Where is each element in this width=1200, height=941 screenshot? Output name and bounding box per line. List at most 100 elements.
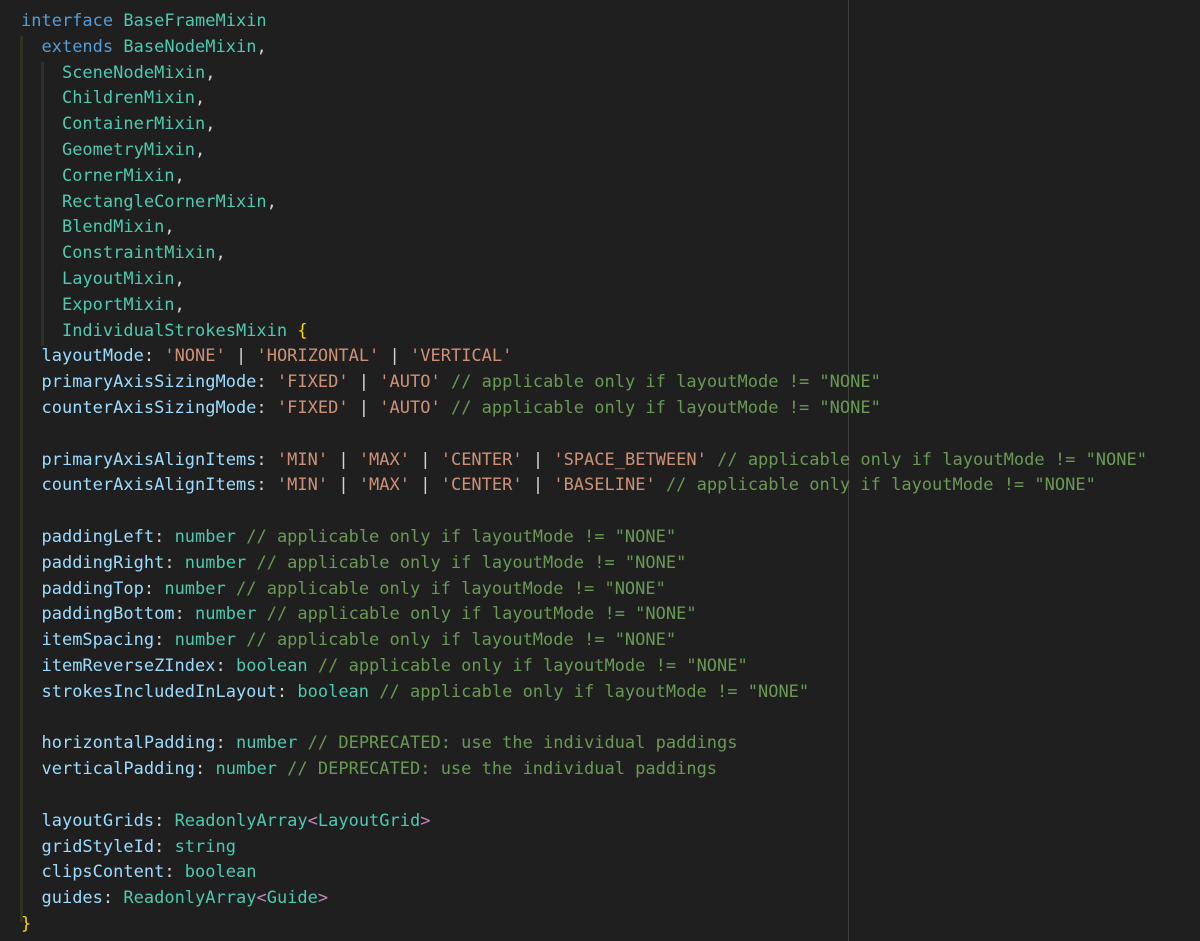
code-line: counterAxisAlignItems: 'MIN' | 'MAX' | '… <box>21 473 1147 499</box>
code-token-punc: : <box>195 759 216 780</box>
code-token-str: 'SPACE_BETWEEN' <box>553 449 707 470</box>
code-token-punc <box>369 682 379 702</box>
code-token-punc: : <box>256 397 277 418</box>
code-token-punc: : <box>174 604 196 625</box>
code-token-punc <box>21 888 41 908</box>
code-token-punc: | <box>379 346 411 367</box>
code-token-punc <box>21 579 41 599</box>
code-token-punc <box>21 140 62 160</box>
code-token-kw: interface <box>21 11 114 31</box>
code-token-punc <box>21 269 62 289</box>
code-line: clipsContent: boolean <box>21 860 1147 886</box>
code-token-punc <box>226 579 236 599</box>
code-token-type: LayoutGrid <box>317 810 421 831</box>
code-token-punc <box>21 243 62 263</box>
code-token-punc: : <box>154 526 175 547</box>
code-line: interface BaseFrameMixin <box>21 9 1147 35</box>
code-token-punc <box>21 759 41 779</box>
code-token-punc <box>21 398 41 418</box>
code-token-type: BlendMixin <box>61 217 165 238</box>
code-token-str: 'VERTICAL' <box>410 346 513 367</box>
code-token-com: // applicable only if layoutMode != "NON… <box>450 397 881 418</box>
code-token-prop: paddingLeft <box>41 526 155 547</box>
code-token-punc <box>21 553 41 573</box>
code-line: itemReverseZIndex: boolean // applicable… <box>21 654 1147 680</box>
code-token-punc <box>21 837 41 857</box>
code-token-com: // applicable only if layoutMode != "NON… <box>246 526 677 547</box>
code-token-prop: verticalPadding <box>41 759 196 780</box>
code-token-punc <box>21 192 62 212</box>
code-token-prop: itemReverseZIndex <box>41 655 216 676</box>
code-line: ExportMixin, <box>21 293 1147 319</box>
code-token-punc <box>256 604 266 624</box>
code-token-str: 'NONE' <box>164 346 226 367</box>
code-token-punc: : <box>215 655 236 676</box>
code-token-prop: layoutGrids <box>41 810 155 831</box>
code-token-type: number <box>195 604 257 625</box>
code-token-str: 'FIXED' <box>276 397 349 418</box>
code-token-com: // applicable only if layoutMode != "NON… <box>256 552 687 573</box>
code-line: layoutMode: 'NONE' | 'HORIZONTAL' | 'VER… <box>21 344 1147 370</box>
code-token-prop: counterAxisSizingMode <box>41 397 257 418</box>
code-token-type: string <box>174 836 236 857</box>
code-token-brace: { <box>297 320 308 341</box>
code-token-punc <box>308 656 318 676</box>
code-token-com: // applicable only if layoutMode != "NON… <box>665 475 1096 496</box>
code-token-prop: strokesIncludedInLayout <box>41 681 277 702</box>
code-token-type: ChildrenMixin <box>61 88 196 109</box>
code-token-angle: < <box>307 810 318 831</box>
code-token-type: number <box>174 526 236 547</box>
code-token-punc <box>441 372 451 392</box>
code-token-punc: , <box>266 191 277 212</box>
code-token-punc <box>21 166 62 186</box>
code-token-type: boolean <box>184 862 257 883</box>
code-token-punc <box>246 553 256 573</box>
code-line: primaryAxisAlignItems: 'MIN' | 'MAX' | '… <box>21 448 1147 474</box>
code-token-punc <box>21 321 62 341</box>
code-token-str: 'HORIZONTAL' <box>256 346 380 367</box>
code-line: layoutGrids: ReadonlyArray<LayoutGrid> <box>21 809 1147 835</box>
code-line: paddingLeft: number // applicable only i… <box>21 525 1147 551</box>
code-token-punc <box>21 811 41 831</box>
code-line: counterAxisSizingMode: 'FIXED' | 'AUTO' … <box>21 396 1147 422</box>
code-token-punc: : <box>164 862 185 883</box>
code-token-prop: clipsContent <box>41 862 165 883</box>
code-token-type: ConstraintMixin <box>61 243 216 264</box>
code-line: horizontalPadding: number // DEPRECATED:… <box>21 731 1147 757</box>
code-editor[interactable]: interface BaseFrameMixin extends BaseNod… <box>21 9 1147 938</box>
code-line: primaryAxisSizingMode: 'FIXED' | 'AUTO' … <box>21 370 1147 396</box>
code-token-angle: > <box>317 888 329 909</box>
code-token-prop: paddingBottom <box>41 604 175 625</box>
code-token-punc: , <box>195 139 206 160</box>
code-token-type: number <box>164 578 226 599</box>
code-token-type: RectangleCornerMixin <box>61 191 267 212</box>
code-token-punc <box>441 398 451 418</box>
code-token-punc: : <box>154 810 175 831</box>
code-token-punc: , <box>174 294 185 315</box>
code-token-punc <box>21 733 41 753</box>
code-token-punc: , <box>164 217 175 238</box>
code-token-punc <box>21 450 41 470</box>
code-token-punc: | <box>225 346 257 367</box>
code-token-type: BaseNodeMixin <box>123 36 257 57</box>
code-line: } <box>21 912 1147 938</box>
code-token-punc: : <box>143 578 165 599</box>
code-token-type: GeometryMixin <box>61 139 196 160</box>
code-token-punc <box>656 475 666 495</box>
code-line: BlendMixin, <box>21 215 1147 241</box>
code-token-punc <box>277 759 287 779</box>
code-token-com: // DEPRECATED: use the individual paddin… <box>307 733 738 754</box>
code-token-punc: : <box>154 630 175 651</box>
code-token-angle: > <box>420 810 431 831</box>
code-token-punc <box>287 321 297 341</box>
code-token-prop: horizontalPadding <box>41 733 216 754</box>
code-token-punc <box>113 11 123 31</box>
code-token-punc <box>21 217 62 237</box>
code-token-type: IndividualStrokesMixin <box>61 320 288 341</box>
code-line: strokesIncludedInLayout: boolean // appl… <box>21 680 1147 706</box>
code-token-type: SceneNodeMixin <box>61 62 206 83</box>
code-token-prop: counterAxisAlignItems <box>41 475 257 496</box>
code-token-type: BaseFrameMixin <box>123 11 267 31</box>
